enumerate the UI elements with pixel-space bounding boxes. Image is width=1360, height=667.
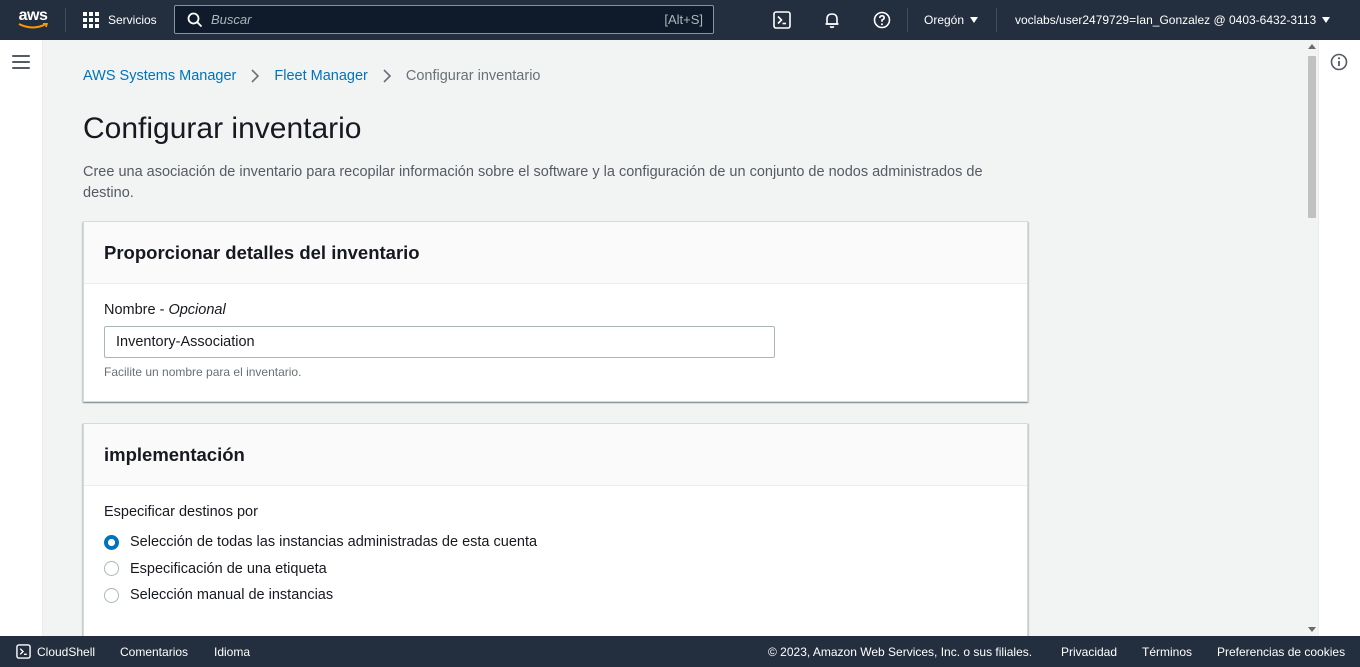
page-title: Configurar inventario (83, 112, 362, 145)
menu-toggle-icon[interactable] (12, 55, 30, 69)
panel-body: Especificar destinos por Selección de to… (84, 486, 1027, 629)
bell-icon (825, 13, 839, 29)
chevron-right-icon (383, 69, 392, 83)
panel-title: implementación (104, 443, 245, 465)
breadcrumb: AWS Systems Manager Fleet Manager Config… (83, 68, 540, 84)
footer: CloudShell Comentarios Idioma © 2023, Am… (0, 636, 1360, 667)
grid-icon (83, 12, 101, 28)
top-navigation: aws Servicios [Alt+S] (0, 0, 1360, 40)
radio-option-manual[interactable]: Selección manual de instancias (104, 582, 1007, 609)
footer-cloudshell-label: CloudShell (37, 644, 96, 659)
panel-header: implementación (84, 424, 1027, 486)
account-menu[interactable]: voclabs/user2479729=Ian_Gonzalez @ 0403-… (1015, 0, 1331, 40)
region-label: Oregón (924, 13, 965, 27)
scroll-up-icon[interactable] (1308, 44, 1316, 49)
breadcrumb-link-fleet-manager[interactable]: Fleet Manager (274, 68, 368, 84)
caret-down-icon (970, 17, 979, 23)
footer-terms-link[interactable]: Términos (1142, 636, 1192, 667)
footer-cloudshell-button[interactable]: CloudShell (16, 636, 95, 667)
radio-option-all-instances[interactable]: Selección de todas las instancias admini… (104, 529, 1007, 556)
main-content: AWS Systems Manager Fleet Manager Config… (43, 40, 1306, 636)
inventory-name-input[interactable] (104, 326, 775, 358)
search-icon (187, 12, 203, 27)
scroll-thumb[interactable] (1308, 56, 1316, 218)
aws-logo-text: aws (18, 7, 48, 24)
breadcrumb-current: Configurar inventario (405, 68, 541, 84)
services-label: Servicios (108, 13, 157, 27)
targets-radio-group: Selección de todas las instancias admini… (104, 529, 1007, 609)
radio-label: Selección de todas las instancias admini… (130, 534, 538, 551)
footer-language-link[interactable]: Idioma (214, 636, 250, 667)
left-rail (0, 40, 43, 636)
inventory-details-panel: Proporcionar detalles del inventario Nom… (83, 221, 1028, 402)
search-shortcut: [Alt+S] (664, 12, 703, 27)
breadcrumb-link-systems-manager[interactable]: AWS Systems Manager (83, 68, 236, 84)
aws-smile-icon (18, 23, 48, 29)
deployment-panel: implementación Especificar destinos por … (83, 423, 1028, 636)
radio-button-checked[interactable] (104, 534, 119, 550)
radio-button[interactable] (104, 561, 119, 577)
radio-label: Especificación de una etiqueta (130, 560, 327, 577)
nav-separator (907, 8, 908, 32)
aws-logo[interactable]: aws (16, 8, 50, 32)
radio-label: Selección manual de instancias (130, 587, 334, 604)
radio-button[interactable] (104, 587, 119, 603)
name-field-label: Nombre - Opcional (104, 302, 226, 318)
nav-separator (65, 8, 66, 32)
services-menu-button[interactable]: Servicios (83, 0, 157, 40)
panel-header: Proporcionar detalles del inventario (84, 222, 1027, 284)
help-icon (873, 11, 891, 29)
scroll-down-icon[interactable] (1308, 627, 1316, 632)
panel-title: Proporcionar detalles del inventario (104, 241, 420, 263)
region-selector[interactable]: Oregón (924, 0, 979, 40)
page-description: Cree una asociación de inventario para r… (83, 164, 983, 201)
search-input[interactable] (211, 12, 665, 27)
targets-label: Especificar destinos por (104, 504, 258, 520)
nav-separator (996, 8, 997, 32)
right-rail (1318, 40, 1360, 636)
search-bar[interactable]: [Alt+S] (174, 5, 714, 34)
help-button[interactable] (872, 10, 892, 30)
cloudshell-button[interactable] (772, 10, 792, 30)
footer-cookies-link[interactable]: Preferencias de cookies (1217, 636, 1345, 667)
footer-privacy-link[interactable]: Privacidad (1061, 636, 1117, 667)
account-label: voclabs/user2479729=Ian_Gonzalez @ 0403-… (1015, 13, 1317, 27)
footer-copyright: © 2023, Amazon Web Services, Inc. o sus … (768, 644, 1033, 659)
optional-label: Opcional (168, 302, 226, 318)
info-icon[interactable] (1330, 53, 1348, 71)
footer-feedback-link[interactable]: Comentarios (120, 636, 188, 667)
panel-body: Nombre - Opcional Facilite un nombre par… (84, 284, 1027, 401)
chevron-right-icon (251, 69, 260, 83)
radio-option-tag[interactable]: Especificación de una etiqueta (104, 556, 1007, 583)
page-scrollbar[interactable] (1306, 40, 1318, 636)
terminal-icon (16, 644, 31, 659)
terminal-icon (773, 11, 791, 29)
notifications-button[interactable] (822, 10, 842, 30)
caret-down-icon (1322, 17, 1331, 23)
name-field-hint: Facilite un nombre para el inventario. (104, 365, 302, 379)
